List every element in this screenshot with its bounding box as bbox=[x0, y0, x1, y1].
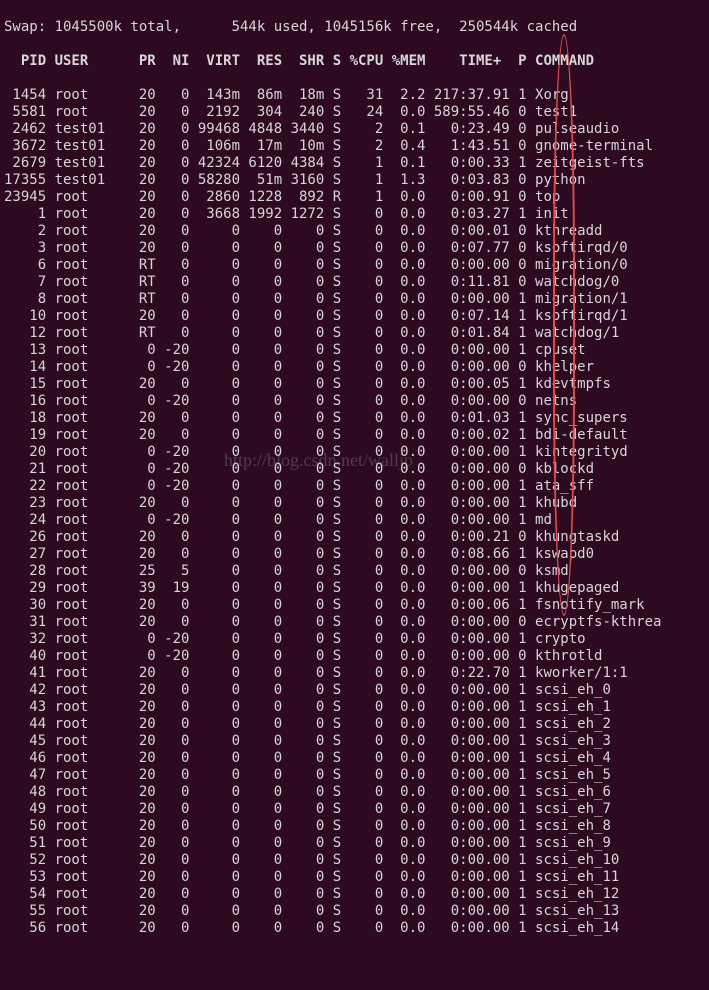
process-row: 26 root 20 0 0 0 0 S 0 0.0 0:00.21 0 khu… bbox=[4, 529, 705, 546]
process-row: 29 root 39 19 0 0 0 S 0 0.0 0:00.00 1 kh… bbox=[4, 580, 705, 597]
process-row: 23945 root 20 0 2860 1228 892 R 1 0.0 0:… bbox=[4, 189, 705, 206]
process-row: 1454 root 20 0 143m 86m 18m S 31 2.2 217… bbox=[4, 87, 705, 104]
process-row: 32 root 0 -20 0 0 0 S 0 0.0 0:00.00 1 cr… bbox=[4, 631, 705, 648]
process-row: 10 root 20 0 0 0 0 S 0 0.0 0:07.14 1 kso… bbox=[4, 308, 705, 325]
process-row: 27 root 20 0 0 0 0 S 0 0.0 0:08.66 1 ksw… bbox=[4, 546, 705, 563]
process-row: 49 root 20 0 0 0 0 S 0 0.0 0:00.00 1 scs… bbox=[4, 801, 705, 818]
process-row: 6 root RT 0 0 0 0 S 0 0.0 0:00.00 0 migr… bbox=[4, 257, 705, 274]
process-row: 5581 root 20 0 2192 304 240 S 24 0.0 589… bbox=[4, 104, 705, 121]
process-row: 2 root 20 0 0 0 0 S 0 0.0 0:00.01 0 kthr… bbox=[4, 223, 705, 240]
process-row: 30 root 20 0 0 0 0 S 0 0.0 0:00.06 1 fsn… bbox=[4, 597, 705, 614]
process-row: 23 root 20 0 0 0 0 S 0 0.0 0:00.00 1 khu… bbox=[4, 495, 705, 512]
process-row: 17355 test01 20 0 58280 51m 3160 S 1 1.3… bbox=[4, 172, 705, 189]
process-row: 15 root 20 0 0 0 0 S 0 0.0 0:00.05 1 kde… bbox=[4, 376, 705, 393]
process-row: 8 root RT 0 0 0 0 S 0 0.0 0:00.00 1 migr… bbox=[4, 291, 705, 308]
process-row: 43 root 20 0 0 0 0 S 0 0.0 0:00.00 1 scs… bbox=[4, 699, 705, 716]
process-row: 40 root 0 -20 0 0 0 S 0 0.0 0:00.00 0 kt… bbox=[4, 648, 705, 665]
process-row: 21 root 0 -20 0 0 0 S 0 0.0 0:00.00 0 kb… bbox=[4, 461, 705, 478]
process-row: 48 root 20 0 0 0 0 S 0 0.0 0:00.00 1 scs… bbox=[4, 784, 705, 801]
process-row: 47 root 20 0 0 0 0 S 0 0.0 0:00.00 1 scs… bbox=[4, 767, 705, 784]
process-row: 20 root 0 -20 0 0 0 S 0 0.0 0:00.00 1 ki… bbox=[4, 444, 705, 461]
process-row: 22 root 0 -20 0 0 0 S 0 0.0 0:00.00 1 at… bbox=[4, 478, 705, 495]
process-row: 44 root 20 0 0 0 0 S 0 0.0 0:00.00 1 scs… bbox=[4, 716, 705, 733]
swap-line: Swap: 1045500k total, 544k used, 1045156… bbox=[4, 19, 705, 36]
process-table-body: 1454 root 20 0 143m 86m 18m S 31 2.2 217… bbox=[4, 87, 705, 937]
process-row: 28 root 25 5 0 0 0 S 0 0.0 0:00.00 0 ksm… bbox=[4, 563, 705, 580]
process-row: 46 root 20 0 0 0 0 S 0 0.0 0:00.00 1 scs… bbox=[4, 750, 705, 767]
process-row: 16 root 0 -20 0 0 0 S 0 0.0 0:00.00 0 ne… bbox=[4, 393, 705, 410]
process-row: 51 root 20 0 0 0 0 S 0 0.0 0:00.00 1 scs… bbox=[4, 835, 705, 852]
process-row: 45 root 20 0 0 0 0 S 0 0.0 0:00.00 1 scs… bbox=[4, 733, 705, 750]
process-row: 12 root RT 0 0 0 0 S 0 0.0 0:01.84 1 wat… bbox=[4, 325, 705, 342]
process-row: 52 root 20 0 0 0 0 S 0 0.0 0:00.00 1 scs… bbox=[4, 852, 705, 869]
process-row: 41 root 20 0 0 0 0 S 0 0.0 0:22.70 1 kwo… bbox=[4, 665, 705, 682]
process-row: 13 root 0 -20 0 0 0 S 0 0.0 0:00.00 1 cp… bbox=[4, 342, 705, 359]
process-table-header: PID USER PR NI VIRT RES SHR S %CPU %MEM … bbox=[4, 53, 705, 70]
process-row: 42 root 20 0 0 0 0 S 0 0.0 0:00.00 1 scs… bbox=[4, 682, 705, 699]
process-row: 1 root 20 0 3668 1992 1272 S 0 0.0 0:03.… bbox=[4, 206, 705, 223]
process-row: 24 root 0 -20 0 0 0 S 0 0.0 0:00.00 1 md bbox=[4, 512, 705, 529]
process-row: 31 root 20 0 0 0 0 S 0 0.0 0:00.00 0 ecr… bbox=[4, 614, 705, 631]
process-row: 7 root RT 0 0 0 0 S 0 0.0 0:11.81 0 watc… bbox=[4, 274, 705, 291]
process-row: 54 root 20 0 0 0 0 S 0 0.0 0:00.00 1 scs… bbox=[4, 886, 705, 903]
terminal-output[interactable]: Swap: 1045500k total, 544k used, 1045156… bbox=[0, 0, 709, 990]
process-row: 55 root 20 0 0 0 0 S 0 0.0 0:00.00 1 scs… bbox=[4, 903, 705, 920]
process-row: 14 root 0 -20 0 0 0 S 0 0.0 0:00.00 0 kh… bbox=[4, 359, 705, 376]
process-row: 3 root 20 0 0 0 0 S 0 0.0 0:07.77 0 ksof… bbox=[4, 240, 705, 257]
process-row: 18 root 20 0 0 0 0 S 0 0.0 0:01.03 1 syn… bbox=[4, 410, 705, 427]
process-row: 2679 test01 20 0 42324 6120 4384 S 1 0.1… bbox=[4, 155, 705, 172]
process-row: 56 root 20 0 0 0 0 S 0 0.0 0:00.00 1 scs… bbox=[4, 920, 705, 937]
process-row: 19 root 20 0 0 0 0 S 0 0.0 0:00.02 1 bdi… bbox=[4, 427, 705, 444]
process-row: 50 root 20 0 0 0 0 S 0 0.0 0:00.00 1 scs… bbox=[4, 818, 705, 835]
process-row: 3672 test01 20 0 106m 17m 10m S 2 0.4 1:… bbox=[4, 138, 705, 155]
process-row: 2462 test01 20 0 99468 4848 3440 S 2 0.1… bbox=[4, 121, 705, 138]
process-row: 53 root 20 0 0 0 0 S 0 0.0 0:00.00 1 scs… bbox=[4, 869, 705, 886]
